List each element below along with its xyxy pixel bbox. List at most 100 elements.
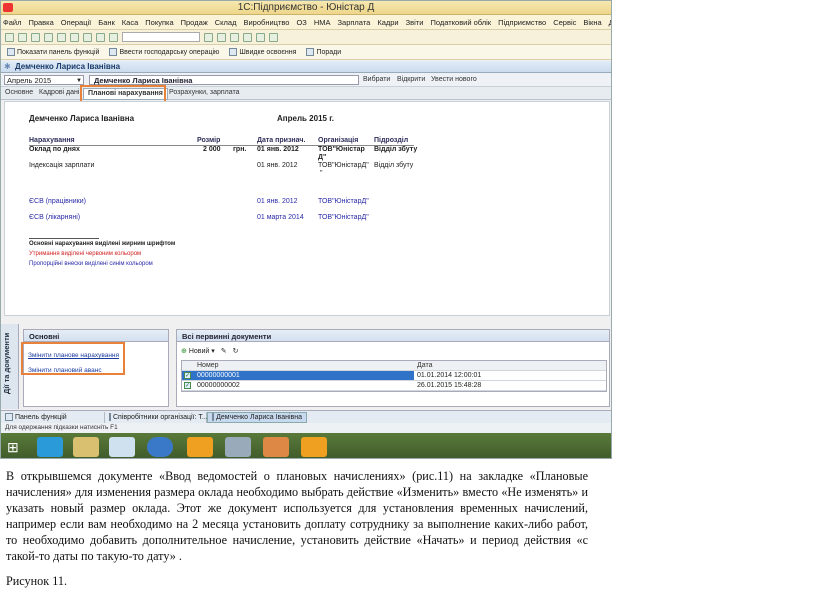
report-period: Апрель 2015 г. bbox=[277, 114, 334, 123]
menu-item[interactable]: Звіти bbox=[406, 18, 424, 27]
menu-item[interactable]: Банк bbox=[98, 18, 115, 27]
menu-item[interactable]: НМА bbox=[314, 18, 331, 27]
app-icon[interactable] bbox=[225, 437, 251, 457]
menu-item[interactable]: Файл bbox=[3, 18, 21, 27]
open-icon[interactable] bbox=[18, 32, 27, 42]
menu-item[interactable]: Вікна bbox=[583, 18, 601, 27]
new-icon[interactable] bbox=[5, 32, 14, 42]
paste-icon[interactable] bbox=[70, 32, 79, 42]
legend-blue: Пропорційні внески виділені синім кольор… bbox=[29, 261, 153, 267]
month-value: Апрель 2015 bbox=[7, 76, 52, 85]
undo-icon[interactable] bbox=[96, 32, 105, 42]
open-button[interactable]: Відкрити bbox=[397, 76, 425, 83]
screenshot: 1С:Підприємство - Юністар Д Файл Правка Оп… bbox=[0, 0, 612, 459]
table-row[interactable]: ✓ 00000000001 01.01.2014 12:00:01 bbox=[182, 371, 606, 381]
legend-red: Утримання виділені червоним кольором bbox=[29, 251, 142, 257]
new-employee-button[interactable]: Увести нового bbox=[431, 76, 477, 83]
doc-date: 26.01.2015 15:48:28 bbox=[417, 382, 482, 389]
search-icon[interactable] bbox=[109, 32, 118, 42]
row2-mark: " bbox=[320, 170, 323, 177]
calendar-icon[interactable] bbox=[243, 32, 252, 42]
menu-item[interactable]: Довідка bbox=[609, 18, 611, 27]
legend-bold: Основні нарахування виділені жирним шриф… bbox=[29, 241, 176, 247]
cut-icon[interactable] bbox=[44, 32, 53, 42]
help-icon[interactable] bbox=[217, 32, 226, 42]
skype-icon[interactable] bbox=[37, 437, 63, 457]
row2-dept: Відділ збуту bbox=[374, 162, 414, 169]
figure-label: Рисунок 11. bbox=[6, 574, 68, 588]
enter-operation-button[interactable]: Ввести господарську операцію bbox=[109, 48, 219, 56]
row1-name: Оклад по днях bbox=[29, 146, 80, 153]
copy-icon[interactable] bbox=[57, 32, 66, 42]
chrome-icon[interactable] bbox=[263, 437, 289, 457]
windows-start-icon[interactable]: ⊞ bbox=[7, 439, 19, 456]
memory-icon[interactable] bbox=[256, 32, 265, 42]
menu-item[interactable]: Виробництво bbox=[243, 18, 289, 27]
edit-icon[interactable]: ✎ bbox=[221, 347, 227, 355]
calc-icon[interactable] bbox=[230, 32, 239, 42]
window-tab-label: Демченко Лариса Іванівна bbox=[216, 413, 302, 421]
menu-item[interactable]: ОЗ bbox=[296, 18, 306, 27]
tips-label: Поради bbox=[316, 48, 342, 56]
menu-item[interactable]: Склад bbox=[215, 18, 237, 27]
row3-name: ЄСВ (працівники) bbox=[29, 198, 86, 205]
quick-start-button[interactable]: Швидке освоєння bbox=[229, 48, 296, 56]
menu-item[interactable]: Покупка bbox=[145, 18, 173, 27]
menu-item[interactable]: Каса bbox=[122, 18, 138, 27]
month-select[interactable]: Апрель 2015 ▼ bbox=[4, 75, 84, 85]
tips-icon[interactable] bbox=[269, 32, 278, 42]
document-app-icon[interactable] bbox=[109, 437, 135, 457]
table-row[interactable]: ✓ 00000000002 26.01.2015 15:48:28 bbox=[182, 381, 606, 391]
col-size: Розмір bbox=[197, 137, 221, 144]
menu-item[interactable]: Продаж bbox=[181, 18, 208, 27]
col-accrual: Нарахування bbox=[29, 137, 75, 144]
col-doc-date[interactable]: Дата bbox=[414, 361, 606, 370]
folder-icon[interactable] bbox=[73, 437, 99, 457]
window-tabs: Панель функцій Співробітники організації… bbox=[1, 410, 611, 423]
save-icon[interactable] bbox=[31, 32, 40, 42]
menu-bar: Файл Правка Операції Банк Каса Покупка Продаж С… bbox=[1, 15, 611, 30]
menu-item[interactable]: Податковий облік bbox=[430, 18, 491, 27]
1c-icon[interactable] bbox=[187, 437, 213, 457]
new-document-label: Новий bbox=[188, 348, 210, 355]
find-icon[interactable] bbox=[204, 32, 213, 42]
window-tab-employee[interactable]: Демченко Лариса Іванівна bbox=[207, 411, 307, 423]
row1-dept: Відділ збуту bbox=[374, 146, 418, 153]
window-tab-functions[interactable]: Панель функцій bbox=[1, 411, 105, 423]
quick-start-label: Швидке освоєння bbox=[239, 48, 297, 56]
documents-toolbar: ⊕ Новий ▾ ✎ ↻ bbox=[181, 347, 239, 355]
windows-taskbar: ⊞ bbox=[1, 433, 611, 458]
col-number[interactable]: Номер bbox=[194, 361, 414, 370]
browser-icon[interactable] bbox=[147, 437, 173, 457]
document-header: ✱ Демченко Лариса Іванівна bbox=[1, 61, 611, 73]
row4-date: 01 марта 2014 bbox=[257, 214, 304, 221]
tab-hr-data[interactable]: Кадрові дані bbox=[39, 89, 79, 96]
quick-icon bbox=[229, 48, 238, 56]
menu-item[interactable]: Зарплата bbox=[338, 18, 371, 27]
toolbar bbox=[1, 30, 611, 45]
show-panel-label: Показати панель функцій bbox=[17, 48, 100, 56]
menu-item[interactable]: Сервіс bbox=[553, 18, 576, 27]
show-panel-button[interactable]: Показати панель функцій bbox=[7, 48, 99, 56]
tab-main[interactable]: Основне bbox=[5, 89, 33, 96]
menu-item[interactable]: Підприємство bbox=[498, 18, 546, 27]
print-icon[interactable] bbox=[83, 32, 92, 42]
menu-item[interactable]: Операції bbox=[61, 18, 91, 27]
employee-field[interactable]: Демченко Лариса Іванівна bbox=[89, 75, 359, 85]
bulb-icon bbox=[306, 48, 315, 56]
new-document-button[interactable]: ⊕ Новий ▾ bbox=[181, 347, 215, 355]
window-tab-label: Панель функцій bbox=[15, 413, 67, 421]
select-button[interactable]: Вибрати bbox=[363, 76, 390, 83]
vertical-caption-bar: Дії та документи bbox=[1, 324, 19, 409]
menu-item[interactable]: Правка bbox=[28, 18, 53, 27]
search-input[interactable] bbox=[122, 32, 200, 42]
window-tab-employees[interactable]: Співробітники організації: Т... bbox=[105, 411, 208, 423]
row3-org: ТОВ"ЮністарД" bbox=[318, 198, 369, 205]
tips-button[interactable]: Поради bbox=[306, 48, 341, 56]
menu-item[interactable]: Кадри bbox=[377, 18, 398, 27]
1c-active-icon[interactable] bbox=[301, 437, 327, 457]
tab-payroll[interactable]: Розрахунки, зарплата bbox=[169, 89, 240, 96]
refresh-icon[interactable]: ↻ bbox=[233, 347, 239, 355]
table-header: Номер Дата bbox=[182, 361, 606, 371]
legend-divider bbox=[29, 238, 99, 239]
